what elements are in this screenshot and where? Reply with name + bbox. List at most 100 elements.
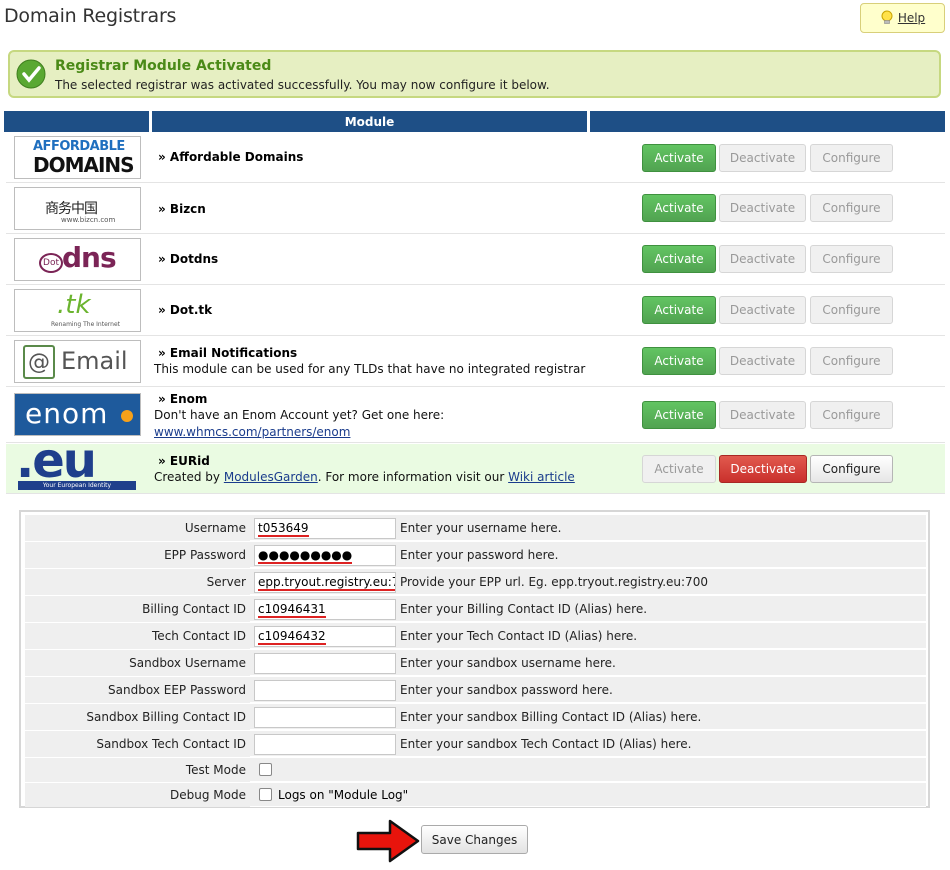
module-row-bizcn: 商务中国 www.bizcn.com » Bizcn Activate Deac… <box>6 184 945 234</box>
activate-button[interactable]: Activate <box>642 296 716 324</box>
config-row-sandbox-password: Sandbox EEP Password Enter your sandbox … <box>25 677 926 703</box>
config-row-sandbox-billing: Sandbox Billing Contact ID Enter your sa… <box>25 704 926 730</box>
module-row-eurid: .eu Your European Identity » EURid Creat… <box>6 444 945 494</box>
activate-button[interactable]: Activate <box>642 194 716 222</box>
module-description: Don't have an Enom Account yet? Get one … <box>154 408 445 422</box>
alert-title: Registrar Module Activated <box>55 58 272 74</box>
dottk-logo: .tk Renaming The Internet <box>14 289 141 332</box>
checkmark-icon <box>16 59 46 89</box>
configure-button[interactable]: Configure <box>810 296 893 324</box>
bizcn-logo: 商务中国 www.bizcn.com <box>14 187 141 230</box>
deactivate-button[interactable]: Deactivate <box>719 245 806 273</box>
config-label: Sandbox Tech Contact ID <box>25 731 250 757</box>
config-label: EPP Password <box>25 542 250 568</box>
deactivate-button[interactable]: Deactivate <box>719 296 806 324</box>
configure-button[interactable]: Configure <box>810 401 893 429</box>
dotdns-logo: Dot dns <box>14 238 141 281</box>
configure-button[interactable]: Configure <box>810 347 893 375</box>
enom-logo: enom <box>14 393 141 436</box>
debug-mode-checkbox[interactable] <box>259 788 272 801</box>
sandbox-username-field[interactable] <box>254 653 396 674</box>
deactivate-button[interactable]: Deactivate <box>719 194 806 222</box>
server-field[interactable]: epp.tryout.registry.eu:700 <box>254 572 396 593</box>
module-name: » Bizcn <box>158 202 206 216</box>
alert-text: The selected registrar was activated suc… <box>55 78 550 92</box>
config-label: Sandbox Username <box>25 650 250 676</box>
deactivate-button[interactable]: Deactivate <box>719 144 806 172</box>
config-label: Tech Contact ID <box>25 623 250 649</box>
module-row-enom: enom » Enom Don't have an Enom Account y… <box>6 388 945 443</box>
config-help: Enter your Billing Contact ID (Alias) he… <box>400 602 648 616</box>
config-label: Sandbox EEP Password <box>25 677 250 703</box>
activate-button[interactable]: Activate <box>642 401 716 429</box>
config-label: Sandbox Billing Contact ID <box>25 704 250 730</box>
success-alert: Registrar Module Activated The selected … <box>8 50 941 98</box>
table-header-actions <box>590 111 945 132</box>
config-help: Provide your EPP url. Eg. epp.tryout.reg… <box>400 575 708 589</box>
username-field[interactable]: t053649 <box>254 518 396 539</box>
config-label: Server <box>25 569 250 595</box>
config-help: Enter your sandbox Tech Contact ID (Alia… <box>400 737 692 751</box>
save-changes-button[interactable]: Save Changes <box>421 825 528 854</box>
activate-button[interactable]: Activate <box>642 347 716 375</box>
config-row-tech-contact: Tech Contact ID c10946432 Enter your Tec… <box>25 623 926 649</box>
deactivate-button[interactable]: Deactivate <box>719 401 806 429</box>
module-row-dotdns: Dot dns » Dotdns Activate Deactivate Con… <box>6 235 945 285</box>
config-label: Billing Contact ID <box>25 596 250 622</box>
configure-button[interactable]: Configure <box>810 245 893 273</box>
deactivate-button[interactable]: Deactivate <box>719 347 806 375</box>
sandbox-password-field[interactable] <box>254 680 396 701</box>
enom-partner-link[interactable]: www.whmcs.com/partners/enom <box>154 425 350 439</box>
debug-mode-hint: Logs on "Module Log" <box>278 788 409 802</box>
config-label: Test Mode <box>25 758 250 782</box>
config-help: Enter your username here. <box>400 521 562 535</box>
sandbox-billing-contact-field[interactable] <box>254 707 396 728</box>
epp-password-field[interactable]: ●●●●●●●●● <box>254 545 396 566</box>
help-button[interactable]: Help <box>860 3 945 33</box>
sandbox-tech-contact-field[interactable] <box>254 734 396 755</box>
wiki-article-link[interactable]: Wiki article <box>508 470 575 484</box>
config-label: Debug Mode <box>25 783 250 807</box>
test-mode-checkbox[interactable] <box>259 763 272 776</box>
config-row-username: Username t053649 Enter your username her… <box>25 515 926 541</box>
activate-button[interactable]: Activate <box>642 245 716 273</box>
config-row-sandbox-tech: Sandbox Tech Contact ID Enter your sandb… <box>25 731 926 757</box>
module-description: This module can be used for any TLDs tha… <box>154 362 586 376</box>
module-name: » Dotdns <box>158 252 219 266</box>
configure-button[interactable]: Configure <box>810 455 893 483</box>
configure-button[interactable]: Configure <box>810 144 893 172</box>
config-label: Username <box>25 515 250 541</box>
module-row-email-notifications: @ Email » Email Notifications This modul… <box>6 337 945 387</box>
config-row-test-mode: Test Mode <box>25 758 926 782</box>
table-header-module: Module <box>152 111 587 132</box>
module-row-affordable-domains: AFFORDABLE DOMAINS » Affordable Domains … <box>6 133 945 183</box>
activate-button[interactable]: Activate <box>642 144 716 172</box>
module-row-dottk: .tk Renaming The Internet » Dot.tk Activ… <box>6 286 945 336</box>
help-label: Help <box>897 11 926 25</box>
config-row-billing-contact: Billing Contact ID c10946431 Enter your … <box>25 596 926 622</box>
config-row-server: Server epp.tryout.registry.eu:700 Provid… <box>25 569 926 595</box>
module-name: » EURid <box>158 454 210 468</box>
deactivate-button[interactable]: Deactivate <box>719 455 807 483</box>
module-description: Created by ModulesGarden. For more infor… <box>154 470 575 484</box>
config-row-debug-mode: Debug Mode Logs on "Module Log" <box>25 783 926 807</box>
config-help: Enter your password here. <box>400 548 559 562</box>
tech-contact-id-field[interactable]: c10946432 <box>254 626 396 647</box>
config-help: Enter your sandbox Billing Contact ID (A… <box>400 710 702 724</box>
config-help: Enter your Tech Contact ID (Alias) here. <box>400 629 638 643</box>
red-arrow-icon <box>356 819 420 863</box>
page-title: Domain Registrars <box>4 5 177 27</box>
configure-button[interactable]: Configure <box>810 194 893 222</box>
module-name: » Affordable Domains <box>158 150 304 164</box>
modulesgarden-link[interactable]: ModulesGarden <box>224 470 318 484</box>
email-logo: @ Email <box>14 340 141 383</box>
activate-button[interactable]: Activate <box>642 455 716 483</box>
config-row-epp-password: EPP Password ●●●●●●●●● Enter your passwo… <box>25 542 926 568</box>
bulb-icon <box>881 10 893 24</box>
billing-contact-id-field[interactable]: c10946431 <box>254 599 396 620</box>
config-row-sandbox-username: Sandbox Username Enter your sandbox user… <box>25 650 926 676</box>
eurid-logo: .eu Your European Identity <box>14 447 141 490</box>
module-name: » Dot.tk <box>158 303 213 317</box>
eurid-config-panel: Username t053649 Enter your username her… <box>19 510 930 808</box>
affordable-domains-logo: AFFORDABLE DOMAINS <box>14 136 141 179</box>
